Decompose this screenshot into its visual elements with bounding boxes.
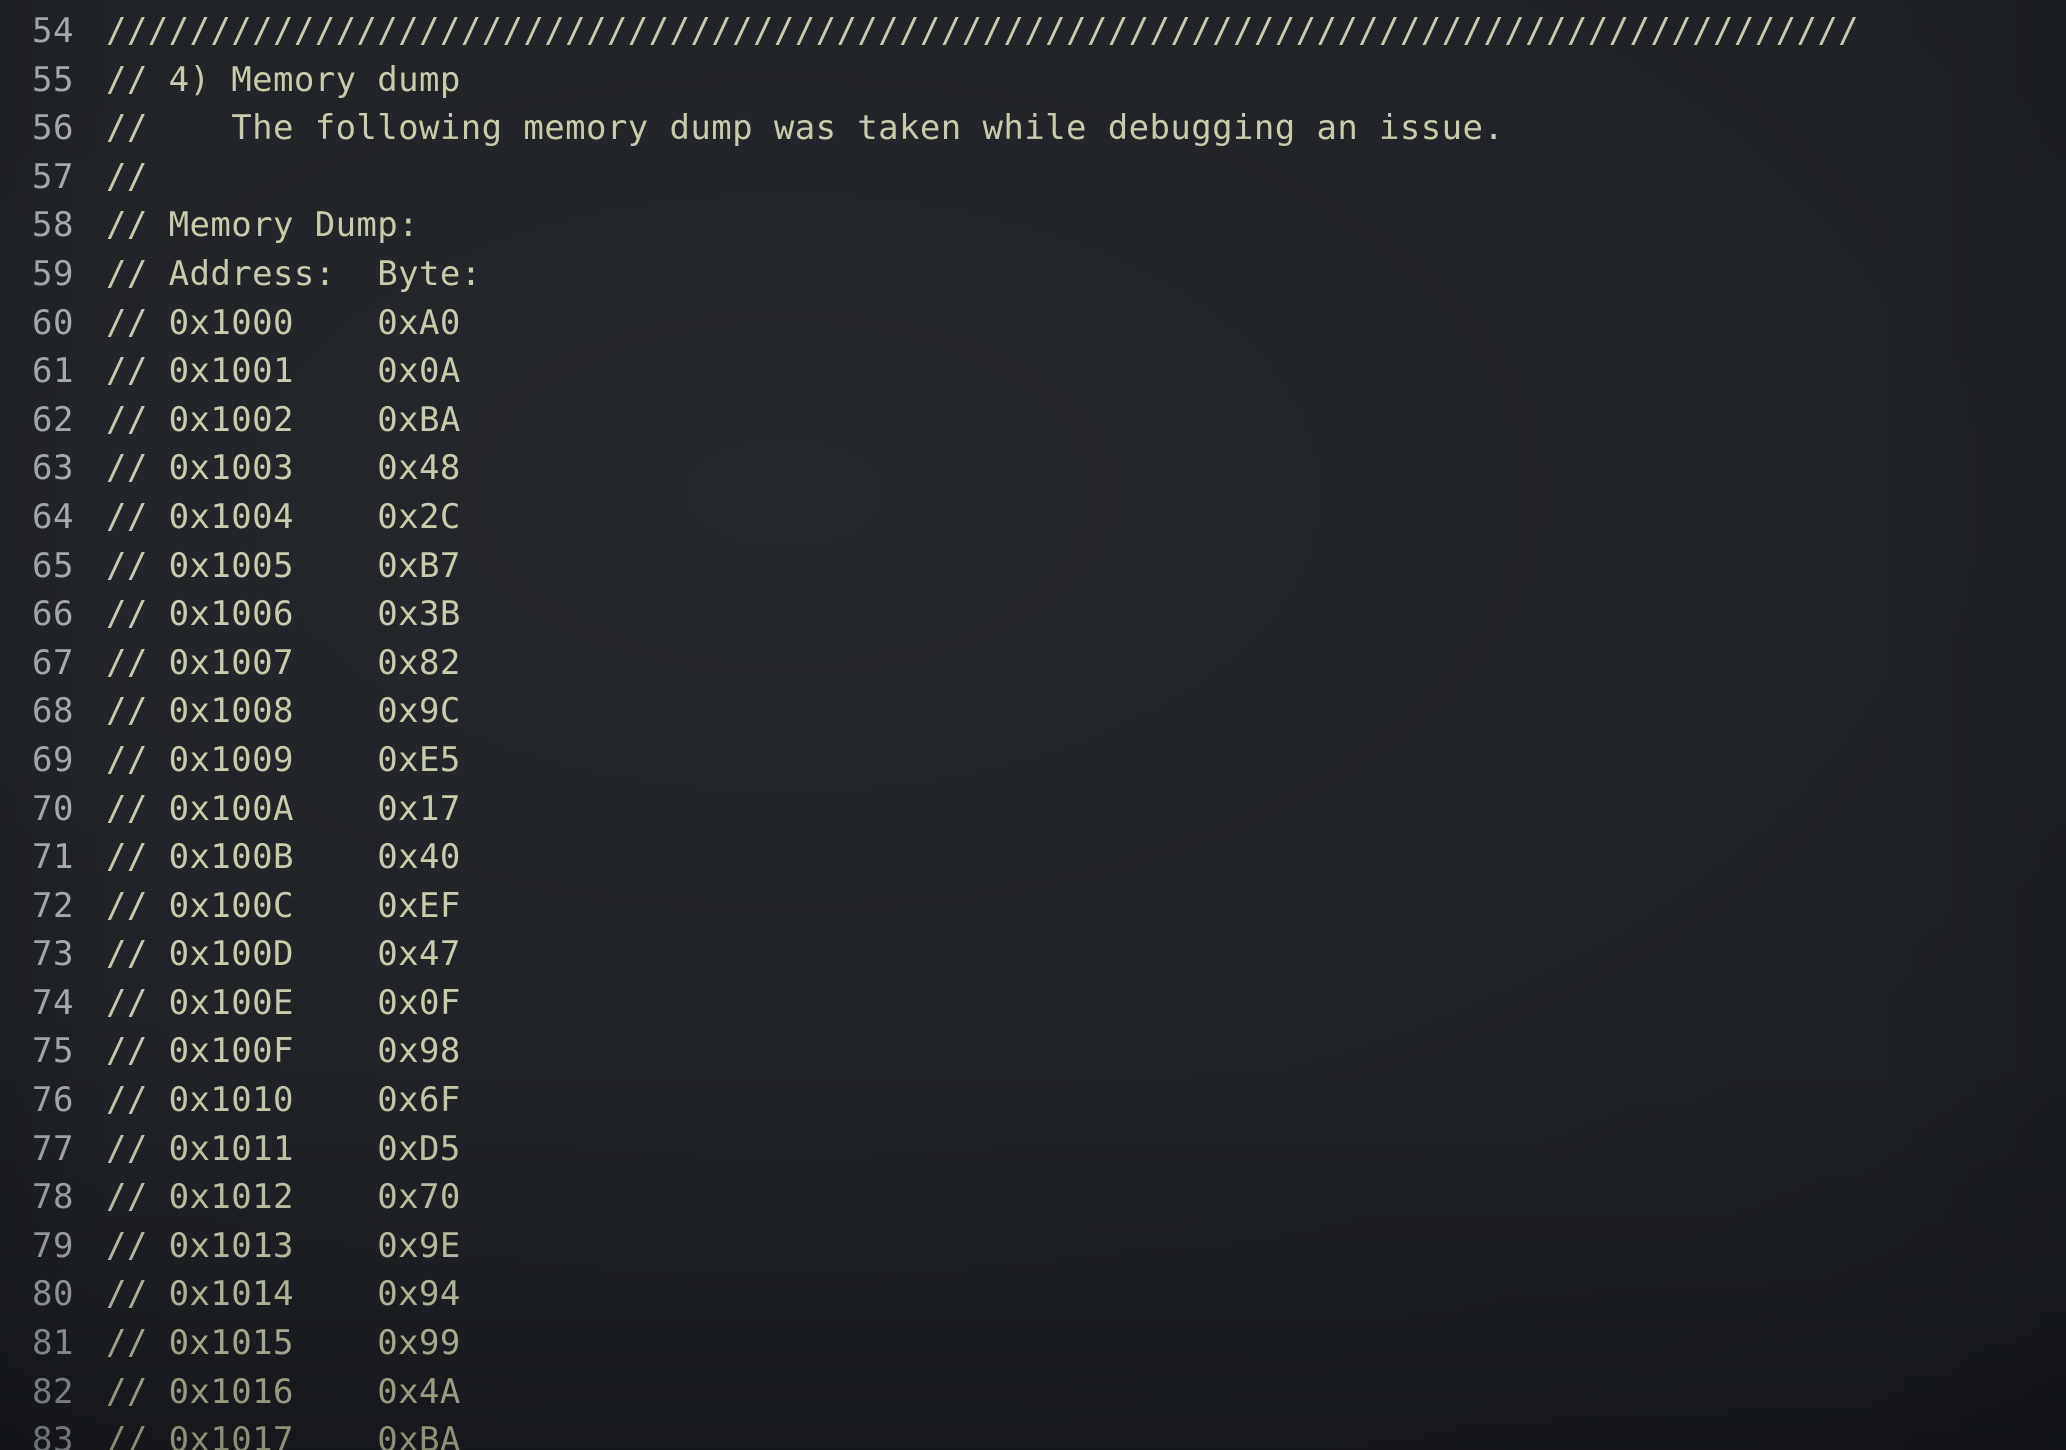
code-line[interactable]: 78 // 0x1012 0x70 — [0, 1173, 2066, 1222]
line-number: 79 — [32, 1225, 74, 1266]
code-line-text: // 0x1017 0xBA — [106, 1420, 461, 1450]
line-number: 83 — [32, 1420, 74, 1450]
code-line-text: // 0x1002 0xBA — [106, 399, 461, 440]
line-number: 58 — [32, 205, 74, 246]
code-line[interactable]: 72 // 0x100C 0xEF — [0, 882, 2066, 931]
line-number: 68 — [32, 691, 74, 732]
code-line-text: // 0x1014 0x94 — [106, 1274, 461, 1315]
code-line-text: // 0x1006 0x3B — [106, 594, 461, 635]
line-number: 67 — [32, 642, 74, 683]
code-line-text: // 0x1010 0x6F — [106, 1080, 461, 1121]
line-number: 59 — [32, 253, 74, 294]
line-number: 57 — [32, 156, 74, 197]
code-line-text: // 0x1004 0x2C — [106, 496, 461, 537]
code-line[interactable]: 65 // 0x1005 0xB7 — [0, 542, 2066, 591]
code-line[interactable]: 74 // 0x100E 0x0F — [0, 979, 2066, 1028]
code-line[interactable]: 61 // 0x1001 0x0A — [0, 347, 2066, 396]
code-line-text: // 0x100A 0x17 — [106, 788, 461, 829]
code-line[interactable]: 59 // Address: Byte: — [0, 250, 2066, 299]
line-number: 65 — [32, 545, 74, 586]
line-number: 80 — [32, 1274, 74, 1315]
code-line-text: // — [106, 156, 148, 197]
code-line-text: // Memory Dump: — [106, 205, 420, 246]
code-line-text: // 0x1009 0xE5 — [106, 739, 461, 780]
code-line[interactable]: 64 // 0x1004 0x2C — [0, 493, 2066, 542]
code-line[interactable]: 69 // 0x1009 0xE5 — [0, 736, 2066, 785]
code-line[interactable]: 73 // 0x100D 0x47 — [0, 930, 2066, 979]
line-number: 70 — [32, 788, 74, 829]
line-number: 61 — [32, 351, 74, 392]
line-number: 64 — [32, 496, 74, 537]
code-line-text: // 0x1001 0x0A — [106, 351, 461, 392]
code-line-text: // 0x1003 0x48 — [106, 448, 461, 489]
code-line[interactable]: 77 // 0x1011 0xD5 — [0, 1125, 2066, 1174]
code-line-text: // 0x100E 0x0F — [106, 982, 461, 1023]
line-number: 82 — [32, 1371, 74, 1412]
code-line[interactable]: 75 // 0x100F 0x98 — [0, 1027, 2066, 1076]
code-line[interactable]: 83 // 0x1017 0xBA — [0, 1416, 2066, 1450]
line-number: 76 — [32, 1080, 74, 1121]
code-line-text: // 0x1013 0x9E — [106, 1225, 461, 1266]
code-line[interactable]: 70 // 0x100A 0x17 — [0, 785, 2066, 834]
code-line[interactable]: 82 // 0x1016 0x4A — [0, 1368, 2066, 1417]
line-number: 60 — [32, 302, 74, 343]
line-number: 69 — [32, 739, 74, 780]
line-number: 73 — [32, 934, 74, 975]
code-line[interactable]: 67 // 0x1007 0x82 — [0, 639, 2066, 688]
code-line[interactable]: 63 // 0x1003 0x48 — [0, 444, 2066, 493]
line-number: 63 — [32, 448, 74, 489]
code-line-text: // 0x1012 0x70 — [106, 1177, 461, 1218]
code-line[interactable]: 62 // 0x1002 0xBA — [0, 396, 2066, 445]
code-line-text: // 0x100B 0x40 — [106, 837, 461, 878]
code-line-text: // 4) Memory dump — [106, 59, 461, 100]
code-line-text: // The following memory dump was taken w… — [106, 108, 1505, 149]
code-line-list[interactable]: 54//////////////////////////////////////… — [0, 0, 2066, 1450]
code-line[interactable]: 60 // 0x1000 0xA0 — [0, 299, 2066, 348]
line-number: 54 — [32, 11, 74, 51]
line-number: 78 — [32, 1177, 74, 1218]
code-line-text: // 0x1016 0x4A — [106, 1371, 461, 1412]
line-number: 77 — [32, 1128, 74, 1169]
code-line-text: // 0x1008 0x9C — [106, 691, 461, 732]
code-line[interactable]: 55 // 4) Memory dump — [0, 56, 2066, 105]
code-line-text: // 0x1007 0x82 — [106, 642, 461, 683]
code-line-text: // 0x100F 0x98 — [106, 1031, 461, 1072]
line-number: 81 — [32, 1323, 74, 1364]
code-line[interactable]: 56 // The following memory dump was taken… — [0, 104, 2066, 153]
code-line[interactable]: 80 // 0x1014 0x94 — [0, 1270, 2066, 1319]
comment-divider-rule: ////////////////////////////////////////… — [106, 11, 1860, 51]
code-line[interactable]: 58 // Memory Dump: — [0, 201, 2066, 250]
code-editor[interactable]: 54//////////////////////////////////////… — [0, 0, 2066, 1450]
code-line[interactable]: 54 //////////////////////////////////////… — [0, 7, 2066, 56]
line-number: 74 — [32, 982, 74, 1023]
code-line[interactable]: 79 // 0x1013 0x9E — [0, 1222, 2066, 1271]
code-line-text: // 0x1011 0xD5 — [106, 1128, 461, 1169]
code-line[interactable]: 66 // 0x1006 0x3B — [0, 590, 2066, 639]
code-line-text: // 0x1005 0xB7 — [106, 545, 461, 586]
line-number: 71 — [32, 837, 74, 878]
line-number: 75 — [32, 1031, 74, 1072]
code-line-text: // Address: Byte: — [106, 253, 482, 294]
code-line-text: // 0x1015 0x99 — [106, 1323, 461, 1364]
code-line-text: // 0x100D 0x47 — [106, 934, 461, 975]
code-line-text: // 0x1000 0xA0 — [106, 302, 461, 343]
code-line[interactable]: 76 // 0x1010 0x6F — [0, 1076, 2066, 1125]
code-line[interactable]: 81 // 0x1015 0x99 — [0, 1319, 2066, 1368]
code-line[interactable]: 71 // 0x100B 0x40 — [0, 833, 2066, 882]
line-number: 72 — [32, 885, 74, 926]
code-line[interactable]: 68 // 0x1008 0x9C — [0, 687, 2066, 736]
line-number: 66 — [32, 594, 74, 635]
code-line[interactable]: 57 // — [0, 153, 2066, 202]
line-number: 62 — [32, 399, 74, 440]
line-number: 56 — [32, 108, 74, 149]
code-line-text: // 0x100C 0xEF — [106, 885, 461, 926]
line-number: 55 — [32, 59, 74, 100]
